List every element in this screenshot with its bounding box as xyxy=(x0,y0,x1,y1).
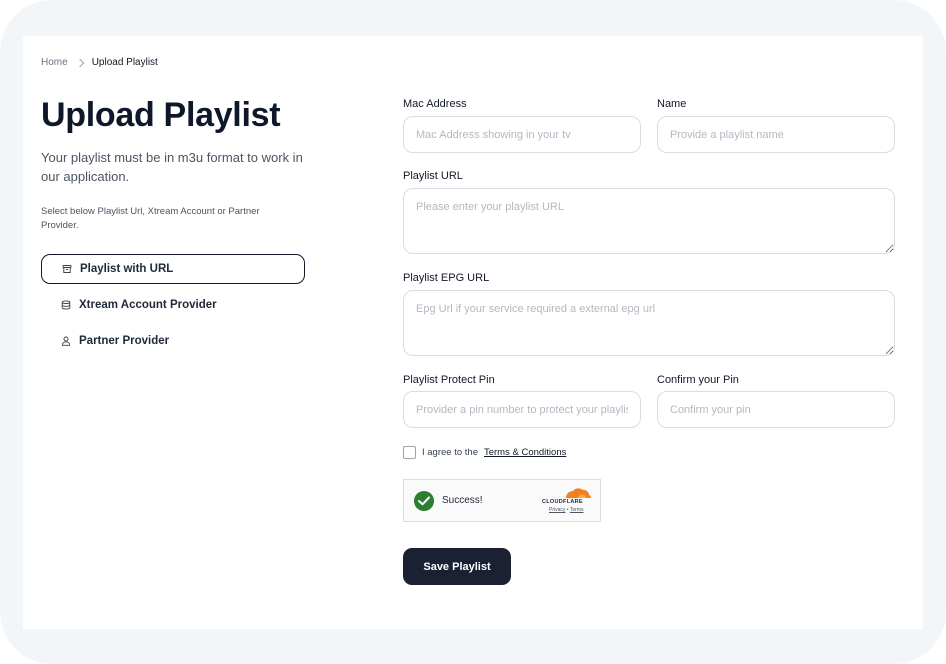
cloudflare-wordmark: CLOUDFLARE xyxy=(542,499,583,505)
save-playlist-button[interactable]: Save Playlist xyxy=(403,548,511,585)
terms-agreement: I agree to the Terms & Conditions xyxy=(403,446,566,459)
protect-pin-label: Playlist Protect Pin xyxy=(403,374,495,386)
name-input[interactable] xyxy=(657,116,895,153)
captcha-terms-link[interactable]: Terms xyxy=(570,507,584,513)
check-circle-icon xyxy=(414,491,434,511)
database-icon xyxy=(61,300,71,310)
main-card: Home Upload Playlist Upload Playlist You… xyxy=(23,36,923,629)
epg-url-label: Playlist EPG URL xyxy=(403,272,490,284)
source-label: Playlist with URL xyxy=(80,263,174,275)
confirm-pin-input[interactable] xyxy=(657,391,895,428)
page-subtitle: Your playlist must be in m3u format to w… xyxy=(41,150,303,184)
breadcrumb-current: Upload Playlist xyxy=(91,57,158,68)
archive-icon xyxy=(62,265,72,273)
captcha-privacy-link[interactable]: Privacy xyxy=(549,507,565,513)
agree-text: I agree to the xyxy=(422,447,478,458)
playlist-url-label: Playlist URL xyxy=(403,170,463,182)
breadcrumb-home[interactable]: Home xyxy=(41,57,68,68)
terms-checkbox[interactable] xyxy=(403,446,416,459)
name-label: Name xyxy=(657,98,687,110)
source-playlist-url[interactable]: Playlist with URL xyxy=(41,254,305,284)
epg-url-input[interactable] xyxy=(403,290,895,356)
chevron-right-icon xyxy=(75,58,84,67)
breadcrumb: Home Upload Playlist xyxy=(41,57,158,68)
captcha-widget: Success! CLOUDFLARE Privacy • Terms xyxy=(403,479,601,522)
source-label: Xtream Account Provider xyxy=(79,299,217,311)
captcha-links: Privacy • Terms xyxy=(549,507,584,513)
source-partner-provider[interactable]: Partner Provider xyxy=(41,326,305,356)
confirm-pin-label: Confirm your Pin xyxy=(657,374,739,386)
user-icon xyxy=(61,336,71,346)
window-frame: Home Upload Playlist Upload Playlist You… xyxy=(0,0,946,664)
protect-pin-input[interactable] xyxy=(403,391,641,428)
captcha-status: Success! xyxy=(442,495,483,506)
mac-address-label: Mac Address xyxy=(403,98,467,110)
page-title: Upload Playlist xyxy=(41,96,281,134)
cloudflare-logo-icon xyxy=(566,488,591,498)
source-label: Partner Provider xyxy=(79,335,170,347)
playlist-url-input[interactable] xyxy=(403,188,895,254)
terms-link[interactable]: Terms & Conditions xyxy=(484,447,566,458)
mac-address-input[interactable] xyxy=(403,116,641,153)
source-xtream-account[interactable]: Xtream Account Provider xyxy=(41,290,305,320)
captcha-links-separator: • xyxy=(566,507,569,513)
source-helper-text: Select below Playlist Url, Xtream Accoun… xyxy=(41,206,260,231)
